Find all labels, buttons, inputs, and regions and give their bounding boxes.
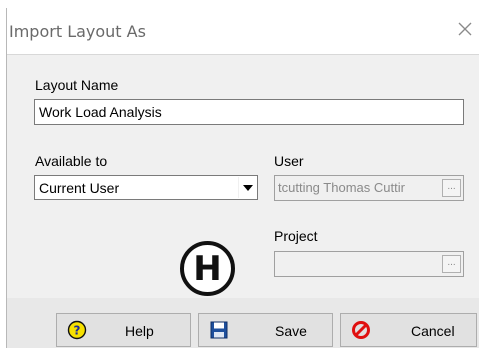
help-button-label: Help — [125, 323, 154, 339]
available-to-label: Available to — [35, 153, 108, 169]
title-bar: Import Layout As — [7, 8, 479, 54]
project-field: ... — [274, 251, 464, 277]
import-layout-dialog: Import Layout As Layout Name Work Load A… — [6, 8, 479, 348]
user-browse-button[interactable]: ... — [442, 179, 461, 197]
project-browse-button[interactable]: ... — [442, 255, 461, 273]
save-button-label: Save — [275, 323, 307, 339]
project-label: Project — [274, 228, 318, 244]
layout-name-input[interactable]: Work Load Analysis — [34, 99, 464, 125]
dialog-title: Import Layout As — [9, 22, 146, 41]
save-button[interactable]: Save — [198, 313, 333, 347]
layout-name-label: Layout Name — [35, 77, 119, 93]
svg-text:?: ? — [74, 324, 81, 338]
available-to-select[interactable]: Current User — [34, 175, 258, 200]
user-label: User — [274, 153, 304, 169]
cancel-button[interactable]: Cancel — [340, 313, 477, 347]
chevron-down-icon[interactable] — [238, 177, 256, 198]
cancel-button-label: Cancel — [411, 323, 455, 339]
cancel-icon — [352, 321, 370, 339]
button-bar: ? Help Save Cancel — [7, 298, 479, 348]
background-window-edge — [0, 0, 479, 8]
help-button[interactable]: ? Help — [56, 313, 191, 347]
callout-marker: H — [180, 241, 235, 296]
close-icon — [458, 22, 472, 36]
help-icon: ? — [67, 320, 87, 340]
dialog-body: Layout Name Work Load Analysis Available… — [7, 54, 479, 298]
callout-marker-letter: H — [193, 248, 222, 289]
user-field: tcutting Thomas Cuttir ... — [274, 175, 464, 201]
close-button[interactable] — [450, 14, 479, 44]
floppy-disk-icon — [210, 321, 228, 339]
available-to-value: Current User — [39, 180, 120, 196]
user-value: tcutting Thomas Cuttir — [278, 180, 405, 195]
